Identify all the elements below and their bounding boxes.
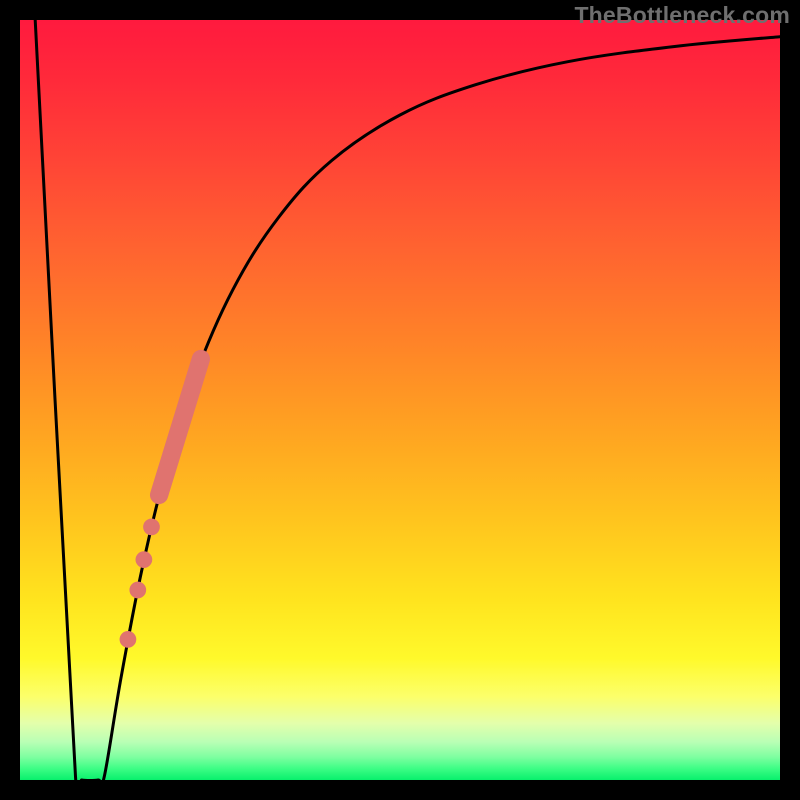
marker-dot	[120, 631, 137, 648]
marker-band	[159, 359, 201, 495]
marker-dot	[143, 519, 160, 536]
marker-dot	[136, 551, 153, 568]
marker-layer	[120, 359, 201, 648]
plot-area	[20, 20, 780, 780]
watermark-text: TheBottleneck.com	[574, 2, 790, 29]
bottleneck-curve	[35, 20, 780, 780]
chart-frame: TheBottleneck.com	[0, 0, 800, 800]
marker-dot	[129, 582, 146, 599]
chart-svg	[20, 20, 780, 780]
